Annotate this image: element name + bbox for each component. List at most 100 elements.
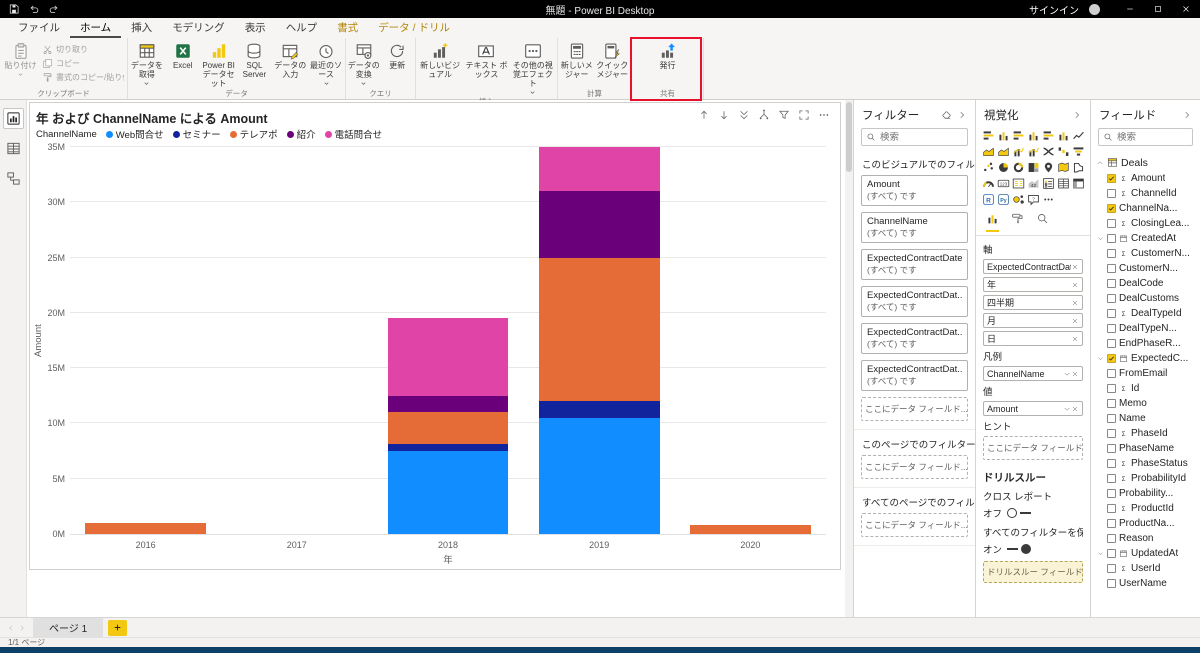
- chevron-right-icon[interactable]: [957, 110, 967, 120]
- ribbon-tab-data-drill[interactable]: データ / ドリル: [368, 18, 460, 38]
- minimize-button[interactable]: [1116, 0, 1144, 18]
- visual-type-pie[interactable]: [996, 160, 1011, 175]
- visual-type-donut[interactable]: [1011, 160, 1026, 175]
- report-view-nav[interactable]: [3, 108, 24, 129]
- chevron-left-icon[interactable]: [7, 624, 15, 632]
- field-checkbox[interactable]: [1107, 474, 1116, 483]
- stacked-column-chart-visual[interactable]: 年 および ChannelName による Amount ChannelName…: [29, 102, 841, 570]
- bar-segment[interactable]: [388, 396, 509, 413]
- bar-segment[interactable]: [388, 451, 509, 534]
- maximize-button[interactable]: [1144, 0, 1172, 18]
- chevron-down-icon[interactable]: [1097, 550, 1104, 557]
- field-checkbox[interactable]: [1107, 174, 1116, 183]
- close-x-icon[interactable]: [1071, 405, 1079, 413]
- visual-type-waterfall[interactable]: [1056, 144, 1071, 159]
- field-item[interactable]: Memo: [1094, 396, 1197, 411]
- field-item[interactable]: ΣDealTypeId: [1094, 306, 1197, 321]
- field-checkbox[interactable]: [1107, 399, 1116, 408]
- field-item[interactable]: ΣChannelId: [1094, 186, 1197, 201]
- visual-type-funnel[interactable]: [1071, 144, 1086, 159]
- field-checkbox[interactable]: [1107, 204, 1116, 213]
- format-painter-button[interactable]: 書式のコピー/貼り付け: [42, 72, 124, 83]
- bar-segment[interactable]: [388, 412, 509, 444]
- field-item[interactable]: ΣPhaseStatus: [1094, 456, 1197, 471]
- more-options-button[interactable]: [818, 109, 830, 124]
- visual-type-shape-map[interactable]: [1071, 160, 1086, 175]
- field-item[interactable]: ΣId: [1094, 381, 1197, 396]
- cut-button[interactable]: 切り取り: [42, 44, 124, 55]
- field-checkbox[interactable]: [1107, 459, 1116, 468]
- visual-type-kpi[interactable]: 42: [1026, 176, 1041, 191]
- ribbon-tab-format[interactable]: 書式: [327, 18, 368, 38]
- field-item[interactable]: UpdatedAt: [1094, 546, 1197, 561]
- visual-type-matrix[interactable]: [1071, 176, 1086, 191]
- chevron-down-icon[interactable]: [1063, 405, 1071, 413]
- visual-type-100-stacked-bar[interactable]: [1041, 128, 1056, 143]
- field-checkbox[interactable]: [1107, 444, 1116, 453]
- ribbon-tab-home[interactable]: ホーム: [70, 18, 121, 38]
- chevron-down-icon[interactable]: [1097, 235, 1104, 242]
- fields-search-box[interactable]: [1098, 128, 1193, 146]
- bar-segment[interactable]: [539, 418, 660, 534]
- filter-dropzone[interactable]: ここにデータ フィールド...: [861, 397, 968, 421]
- field-item[interactable]: DealCustoms: [1094, 291, 1197, 306]
- canvas-scrollbar[interactable]: [845, 100, 853, 617]
- canvas-scrollbar-thumb[interactable]: [846, 102, 852, 172]
- bar-segment[interactable]: [388, 318, 509, 395]
- recent-sources-button[interactable]: 最近のソース: [308, 39, 344, 88]
- eraser-icon[interactable]: [941, 110, 952, 121]
- field-item[interactable]: ΣProductId: [1094, 501, 1197, 516]
- field-checkbox[interactable]: [1107, 414, 1116, 423]
- keep-filters-toggle[interactable]: [1007, 543, 1033, 555]
- filter-card[interactable]: ChannelName(すべて) です: [861, 212, 968, 243]
- close-x-icon[interactable]: [1071, 299, 1079, 307]
- field-checkbox[interactable]: [1107, 579, 1116, 588]
- chevron-down-icon[interactable]: [1097, 355, 1104, 362]
- field-item[interactable]: EndPhaseR...: [1094, 336, 1197, 351]
- field-checkbox[interactable]: [1107, 534, 1116, 543]
- format-tab[interactable]: [1011, 212, 1024, 232]
- sql-server-button[interactable]: SQL Server: [236, 39, 272, 88]
- filter-card[interactable]: ExpectedContractDat...(すべて) です: [861, 360, 968, 391]
- close-x-icon[interactable]: [1071, 335, 1079, 343]
- legend-item[interactable]: 電話問合せ: [325, 127, 383, 141]
- field-checkbox[interactable]: [1107, 369, 1116, 378]
- visual-type-get-more-visuals[interactable]: [1041, 192, 1056, 207]
- field-checkbox[interactable]: [1107, 309, 1116, 318]
- ribbon-tab-file[interactable]: ファイル: [8, 18, 70, 38]
- visual-type-line-stacked-column[interactable]: [1011, 144, 1026, 159]
- expand-next-level-button[interactable]: [738, 109, 750, 124]
- excel-button[interactable]: Excel: [165, 39, 201, 88]
- field-checkbox[interactable]: [1107, 249, 1116, 258]
- analytics-tab[interactable]: [1036, 212, 1049, 232]
- ribbon-tab-insert[interactable]: 挿入: [121, 18, 162, 38]
- visual-type-key-influencers[interactable]: [1011, 192, 1026, 207]
- visual-type-area[interactable]: [981, 144, 996, 159]
- field-checkbox[interactable]: [1107, 189, 1116, 198]
- signin-button[interactable]: サインイン: [1019, 2, 1089, 17]
- visual-type-clustered-bar[interactable]: [1011, 128, 1026, 143]
- fields-search-input[interactable]: [1117, 132, 1188, 143]
- refresh-button[interactable]: 更新: [381, 39, 415, 88]
- publish-button[interactable]: 発行: [633, 39, 702, 88]
- field-item[interactable]: ProductNa...: [1094, 516, 1197, 531]
- filter-dropzone[interactable]: ここにデータ フィールド...: [861, 513, 968, 537]
- field-item[interactable]: UserName: [1094, 576, 1197, 591]
- table-deals[interactable]: Deals: [1094, 154, 1197, 171]
- field-item[interactable]: Probability...: [1094, 486, 1197, 501]
- visual-type-stacked-bar[interactable]: [981, 128, 996, 143]
- bar-segment[interactable]: [539, 147, 660, 191]
- visual-type-stacked-area[interactable]: [996, 144, 1011, 159]
- ribbon-tab-help[interactable]: ヘルプ: [276, 18, 328, 38]
- visual-type-table[interactable]: [1056, 176, 1071, 191]
- field-well-chip[interactable]: 四半期: [983, 295, 1083, 310]
- field-well-chip[interactable]: 月: [983, 313, 1083, 328]
- fields-tab[interactable]: [986, 212, 999, 232]
- field-well-chip[interactable]: ExpectedContractDate: [983, 259, 1083, 274]
- chevron-down-icon[interactable]: [1063, 370, 1071, 378]
- visual-type-ribbon-chart[interactable]: [1041, 144, 1056, 159]
- field-item[interactable]: ΣProbabilityId: [1094, 471, 1197, 486]
- visual-type-scatter[interactable]: [981, 160, 996, 175]
- chevron-up-icon[interactable]: [1096, 159, 1104, 167]
- account-avatar[interactable]: [1089, 4, 1100, 15]
